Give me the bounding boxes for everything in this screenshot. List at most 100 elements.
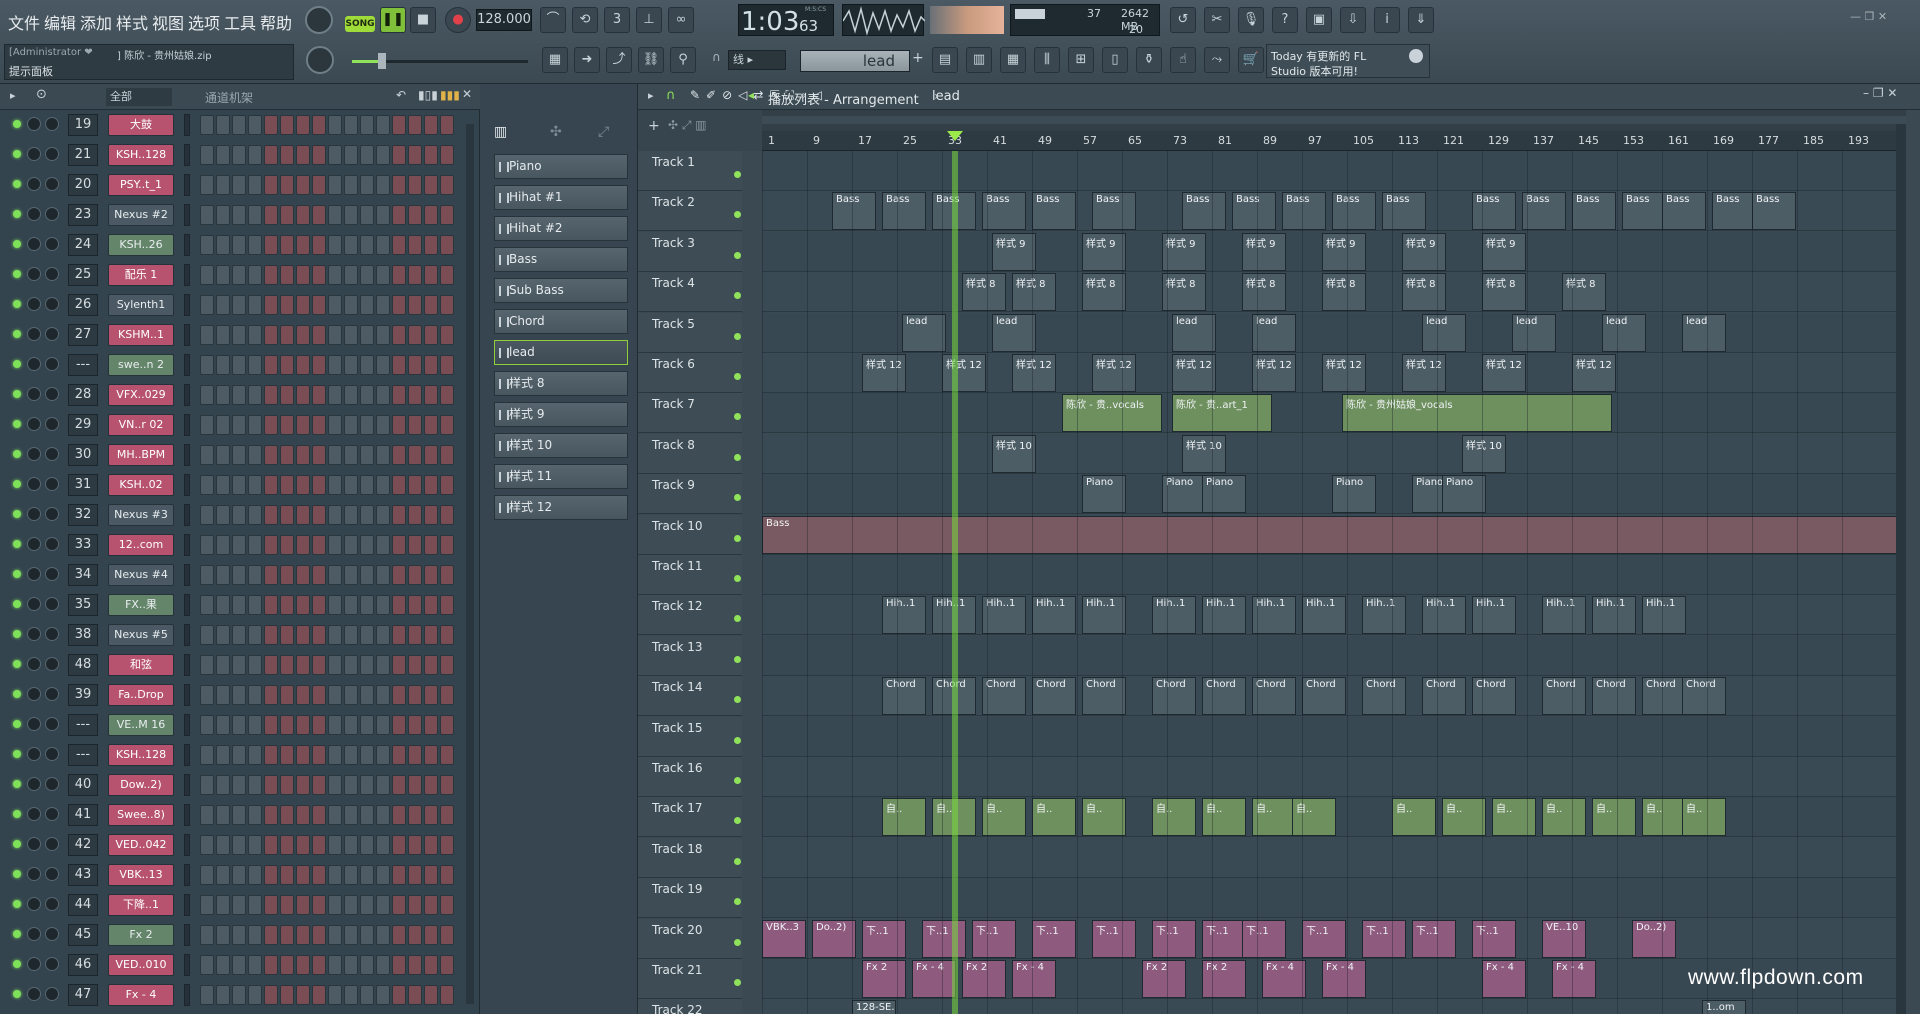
step-button[interactable] <box>312 445 326 465</box>
channel-volume-knob[interactable] <box>45 237 59 251</box>
step-button[interactable] <box>312 865 326 885</box>
step-button[interactable] <box>392 625 406 645</box>
pattern-clip[interactable]: Hih..1 <box>1202 596 1246 635</box>
channel-mute-led-icon[interactable] <box>13 720 21 728</box>
pattern-clip[interactable]: Hih..1 <box>982 596 1026 635</box>
step-button[interactable] <box>360 535 374 555</box>
step-button[interactable] <box>264 775 278 795</box>
step-button[interactable] <box>296 235 310 255</box>
step-button[interactable] <box>360 595 374 615</box>
channel-mute-led-icon[interactable] <box>13 750 21 758</box>
step-button[interactable] <box>360 625 374 645</box>
step-button[interactable] <box>280 685 294 705</box>
step-button[interactable] <box>440 475 454 495</box>
step-button[interactable] <box>440 985 454 1005</box>
pattern-clip[interactable]: Bass <box>1662 192 1706 231</box>
pattern-clip[interactable]: 自.. <box>1152 798 1196 837</box>
step-button[interactable] <box>440 325 454 345</box>
step-button[interactable] <box>264 835 278 855</box>
pattern-clip[interactable]: 样式 10 <box>1182 434 1226 473</box>
playlist-icon[interactable]: ▤ <box>932 47 958 73</box>
track-name[interactable]: Track 7 <box>652 397 695 411</box>
step-button[interactable] <box>360 385 374 405</box>
step-button[interactable] <box>344 625 358 645</box>
channel-mixer-track[interactable]: 45 <box>68 924 98 946</box>
channel-mixer-track[interactable]: 29 <box>68 414 98 436</box>
step-button[interactable] <box>232 745 246 765</box>
step-button[interactable] <box>280 865 294 885</box>
step-button[interactable] <box>328 595 342 615</box>
rack-close-icon[interactable]: ✕ <box>462 87 472 101</box>
step-button[interactable] <box>232 685 246 705</box>
step-button[interactable] <box>280 115 294 135</box>
step-button[interactable] <box>376 475 390 495</box>
step-sequencer[interactable] <box>200 805 458 825</box>
channel-volume-knob[interactable] <box>45 477 59 491</box>
rack-options-icon[interactable]: ⊙ <box>36 87 47 102</box>
step-button[interactable] <box>360 295 374 315</box>
piano-roll-icon[interactable]: ▦ <box>542 47 568 73</box>
step-button[interactable] <box>328 985 342 1005</box>
step-sequencer[interactable] <box>200 895 458 915</box>
step-sequencer[interactable] <box>200 145 458 165</box>
step-button[interactable] <box>264 865 278 885</box>
step-button[interactable] <box>248 415 262 435</box>
step-button[interactable] <box>312 535 326 555</box>
pattern-clip[interactable]: 自.. <box>1202 798 1246 837</box>
step-button[interactable] <box>424 805 438 825</box>
step-button[interactable] <box>280 475 294 495</box>
pattern-clip[interactable]: 样式 12 <box>1012 354 1056 392</box>
channel-volume-knob[interactable] <box>45 207 59 221</box>
step-sequencer[interactable] <box>200 715 458 735</box>
step-button[interactable] <box>328 175 342 195</box>
track-lane[interactable]: Piano Piano Piano Piano Piano Piano <box>762 474 1906 515</box>
menu-options[interactable]: 选项 <box>188 10 220 34</box>
step-button[interactable] <box>392 175 406 195</box>
step-button[interactable] <box>424 595 438 615</box>
step-button[interactable] <box>296 865 310 885</box>
step-button[interactable] <box>264 595 278 615</box>
step-button[interactable] <box>328 235 342 255</box>
step-button[interactable] <box>296 325 310 345</box>
pattern-clip[interactable]: Bass <box>1032 192 1076 231</box>
step-button[interactable] <box>440 295 454 315</box>
track-mute-icon[interactable] <box>734 534 741 542</box>
step-sequencer[interactable] <box>200 265 458 285</box>
slider-handle[interactable] <box>378 53 386 69</box>
step-button[interactable] <box>328 865 342 885</box>
channel-row[interactable]: 23 Nexus #2 <box>0 200 480 230</box>
step-button[interactable] <box>280 415 294 435</box>
channel-mixer-track[interactable]: 26 <box>68 294 98 316</box>
channel-volume-knob[interactable] <box>45 567 59 581</box>
step-sequencer[interactable] <box>200 655 458 675</box>
step-button[interactable] <box>440 625 454 645</box>
step-button[interactable] <box>312 805 326 825</box>
pattern-clip[interactable]: 自.. <box>882 798 926 837</box>
step-button[interactable] <box>296 985 310 1005</box>
pattern-clip[interactable]: 样式 12 <box>1482 354 1526 392</box>
playlist-breadcrumb[interactable]: lead <box>932 89 960 104</box>
track-mute-icon[interactable] <box>734 938 741 946</box>
tempo-display[interactable]: 128.000 <box>476 9 532 31</box>
step-button[interactable] <box>408 565 422 585</box>
step-button[interactable] <box>264 205 278 225</box>
step-button[interactable] <box>280 355 294 375</box>
track-mute-icon[interactable] <box>734 736 741 744</box>
channel-row[interactable]: 35 FX..果 <box>0 590 480 620</box>
step-button[interactable] <box>296 835 310 855</box>
step-button[interactable] <box>232 505 246 525</box>
track-lane[interactable]: 自.. 自.. 自.. 自.. 自.. 自.. 自.. 自.. 自.. 自.. 自.. 自.. 自.. 自… <box>762 797 1906 838</box>
pattern-clip[interactable]: lead <box>1422 313 1466 352</box>
pattern-clip[interactable]: 样式 12 <box>1172 354 1216 392</box>
channel-mixer-track[interactable]: 47 <box>68 984 98 1006</box>
menu-tools[interactable]: 工具 <box>224 10 256 34</box>
channel-pan-knob[interactable] <box>27 717 41 731</box>
channel-mute-led-icon[interactable] <box>13 120 21 128</box>
channel-volume-knob[interactable] <box>45 507 59 521</box>
step-button[interactable] <box>216 445 230 465</box>
step-button[interactable] <box>264 955 278 975</box>
menu-view[interactable]: 视图 <box>152 10 184 34</box>
track-name[interactable]: Track 17 <box>652 801 702 815</box>
step-button[interactable] <box>232 235 246 255</box>
channel-select[interactable] <box>184 204 190 226</box>
